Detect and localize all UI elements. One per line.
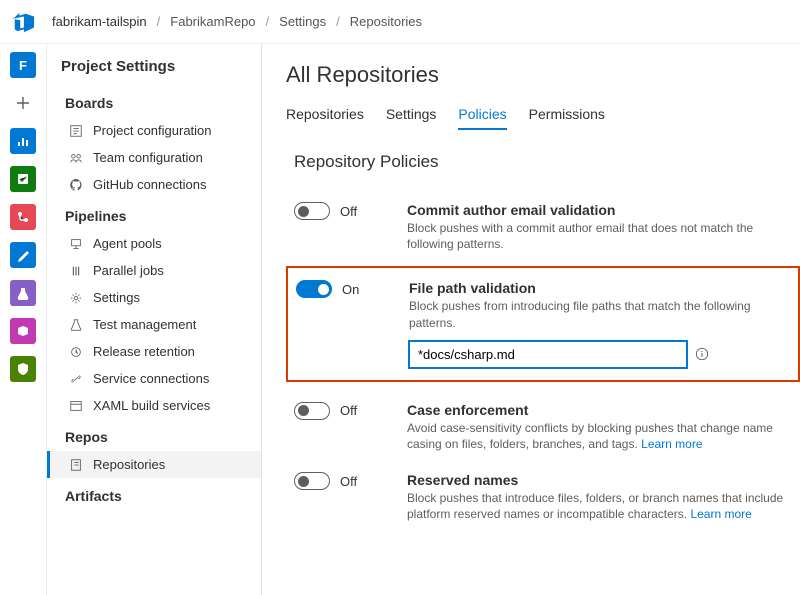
tab-settings[interactable]: Settings <box>386 106 437 130</box>
sidebar-title: Project Settings <box>47 58 261 85</box>
sidebar: Project Settings Boards Project configur… <box>47 44 262 595</box>
nav-rail: F <box>0 44 47 595</box>
tab-repositories[interactable]: Repositories <box>286 106 364 130</box>
nav-service-connections[interactable]: Service connections <box>47 365 261 392</box>
policy-reserved-names: Off Reserved names Block pushes that int… <box>286 462 800 532</box>
breadcrumb-seg-2[interactable]: Settings <box>279 14 326 29</box>
nav-project-configuration[interactable]: Project configuration <box>47 117 261 144</box>
policy-desc: Block pushes from introducing file paths… <box>409 298 782 330</box>
breadcrumb-seg-1[interactable]: FabrikamRepo <box>170 14 255 29</box>
nav-agent-pools[interactable]: Agent pools <box>47 230 261 257</box>
testplans-icon[interactable] <box>10 280 36 306</box>
learn-more-link[interactable]: Learn more <box>641 437 702 451</box>
repos-icon[interactable] <box>10 204 36 230</box>
pipelines-icon[interactable] <box>10 242 36 268</box>
shield-icon[interactable] <box>10 356 36 382</box>
policy-desc: Block pushes that introduce files, folde… <box>407 490 784 522</box>
nav-parallel-jobs[interactable]: Parallel jobs <box>47 257 261 284</box>
policy-desc: Block pushes with a commit author email … <box>407 220 784 252</box>
tab-permissions[interactable]: Permissions <box>529 106 605 130</box>
nav-team-configuration[interactable]: Team configuration <box>47 144 261 171</box>
file-path-input[interactable] <box>409 341 687 368</box>
info-icon[interactable] <box>695 347 709 361</box>
toggle-file-path[interactable] <box>296 280 332 298</box>
topbar: fabrikam-tailspin/ FabrikamRepo/ Setting… <box>0 0 800 44</box>
breadcrumb: fabrikam-tailspin/ FabrikamRepo/ Setting… <box>52 14 422 29</box>
nav-release-retention[interactable]: Release retention <box>47 338 261 365</box>
group-repos: Repos <box>47 419 261 451</box>
policy-name: Case enforcement <box>407 402 784 418</box>
toggle-label: On <box>342 282 359 297</box>
policy-desc: Avoid case-sensitivity conflicts by bloc… <box>407 420 784 452</box>
panel-title: Repository Policies <box>294 152 800 172</box>
nav-repositories[interactable]: Repositories <box>47 451 261 478</box>
policy-file-path: On File path validation Block pushes fro… <box>288 270 798 377</box>
breadcrumb-seg-3[interactable]: Repositories <box>350 14 422 29</box>
policy-case-enforcement: Off Case enforcement Avoid case-sensitiv… <box>286 392 800 462</box>
boards-icon[interactable] <box>10 166 36 192</box>
toggle-label: Off <box>340 403 357 418</box>
artifacts-icon[interactable] <box>10 318 36 344</box>
policy-name: File path validation <box>409 280 782 296</box>
add-icon[interactable] <box>10 90 36 116</box>
tab-policies[interactable]: Policies <box>458 106 506 130</box>
group-artifacts: Artifacts <box>47 478 261 510</box>
dashboards-icon[interactable] <box>10 128 36 154</box>
policy-commit-email: Off Commit author email validation Block… <box>286 192 800 262</box>
nav-xaml-build[interactable]: XAML build services <box>47 392 261 419</box>
tabs: Repositories Settings Policies Permissio… <box>286 106 800 130</box>
group-boards: Boards <box>47 85 261 117</box>
highlight-box: On File path validation Block pushes fro… <box>286 266 800 381</box>
breadcrumb-seg-0[interactable]: fabrikam-tailspin <box>52 14 147 29</box>
toggle-label: Off <box>340 204 357 219</box>
toggle-commit-email[interactable] <box>294 202 330 220</box>
nav-test-management[interactable]: Test management <box>47 311 261 338</box>
toggle-reserved-names[interactable] <box>294 472 330 490</box>
project-tile-icon[interactable]: F <box>10 52 36 78</box>
main-content: All Repositories Repositories Settings P… <box>262 44 800 595</box>
group-pipelines: Pipelines <box>47 198 261 230</box>
learn-more-link[interactable]: Learn more <box>690 507 751 521</box>
toggle-label: Off <box>340 474 357 489</box>
page-heading: All Repositories <box>286 62 800 88</box>
toggle-case-enforcement[interactable] <box>294 402 330 420</box>
azure-devops-logo-icon <box>12 11 34 33</box>
policy-name: Commit author email validation <box>407 202 784 218</box>
policy-name: Reserved names <box>407 472 784 488</box>
nav-settings[interactable]: Settings <box>47 284 261 311</box>
nav-github-connections[interactable]: GitHub connections <box>47 171 261 198</box>
